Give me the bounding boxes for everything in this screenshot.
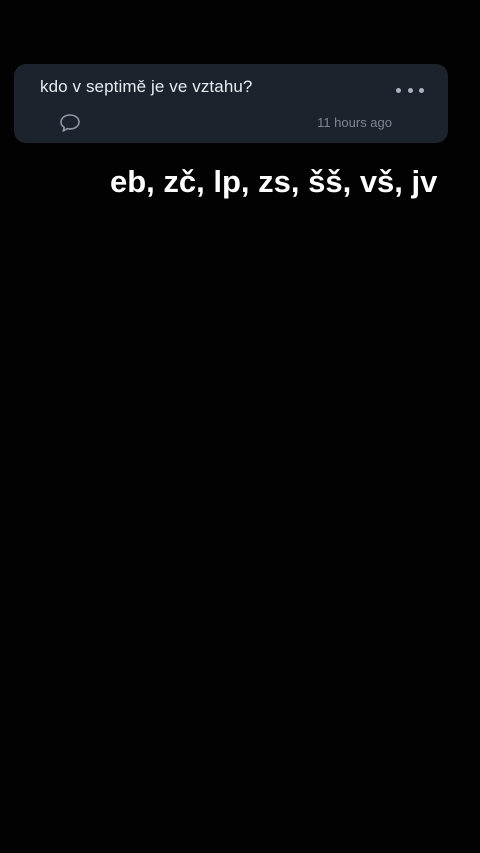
question-card[interactable]: kdo v septimě je ve vztahu? 11 hours ago (14, 64, 448, 143)
more-horizontal-icon-dot (407, 87, 413, 93)
story-screen: kdo v septimě je ve vztahu? 11 hours ago… (0, 0, 480, 853)
speech-bubble-icon (60, 114, 80, 132)
question-text: kdo v septimě je ve vztahu? (40, 77, 253, 96)
more-options-button[interactable] (396, 81, 424, 99)
comment-button[interactable] (58, 112, 82, 134)
story-text-overlay: eb, zč, lp, zs, šš, vš, jv (110, 164, 438, 199)
timestamp: 11 hours ago (317, 115, 392, 130)
more-horizontal-icon-dot (419, 87, 424, 93)
more-horizontal-icon (396, 87, 401, 93)
